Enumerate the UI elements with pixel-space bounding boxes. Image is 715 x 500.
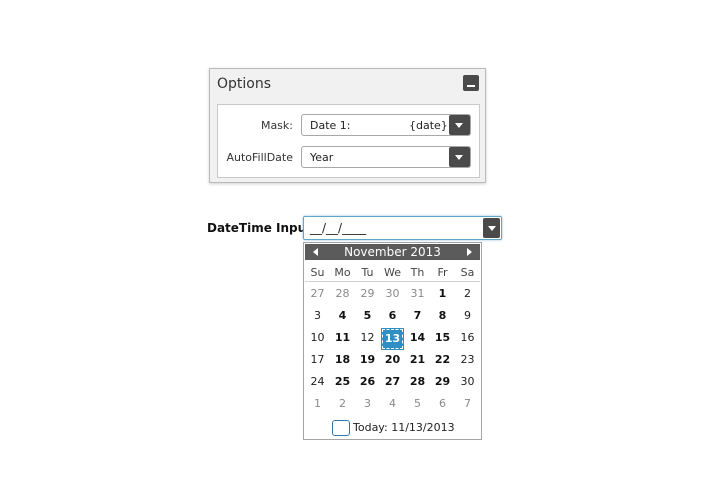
calendar-day[interactable]: 20: [380, 350, 405, 370]
chevron-down-icon[interactable]: [483, 218, 500, 238]
calendar-day[interactable]: 29: [430, 372, 455, 392]
calendar-day[interactable]: 27: [305, 284, 330, 304]
weekday-label: Tu: [361, 266, 374, 279]
calendar-day[interactable]: 11: [330, 328, 355, 348]
autofill-value: Year: [310, 151, 334, 164]
next-month-icon[interactable]: [467, 248, 472, 256]
calendar-day[interactable]: 22: [430, 350, 455, 370]
calendar-day[interactable]: 27: [380, 372, 405, 392]
chevron-down-icon[interactable]: [449, 147, 470, 167]
weekday-label: Fr: [437, 266, 448, 279]
options-panel: Options Mask: Date 1: {date} AutoFillDat…: [209, 68, 486, 183]
calendar-popup: November 2013 Su Mo Tu We Th Fr Sa 27 28 29 30 31 1…: [303, 242, 482, 440]
options-header: Options: [210, 69, 485, 99]
calendar-day[interactable]: 3: [355, 394, 380, 414]
mask-format: {date}: [409, 119, 448, 132]
calendar-day[interactable]: 12: [355, 328, 380, 348]
calendar-day[interactable]: 10: [305, 328, 330, 348]
calendar-day[interactable]: 1: [430, 284, 455, 304]
calendar-day[interactable]: 14: [405, 328, 430, 348]
calendar-day[interactable]: 6: [380, 306, 405, 326]
calendar-day[interactable]: 4: [380, 394, 405, 414]
calendar-day[interactable]: 28: [330, 284, 355, 304]
calendar-day[interactable]: 6: [430, 394, 455, 414]
autofill-label: AutoFillDate: [226, 151, 293, 164]
calendar-day[interactable]: 8: [430, 306, 455, 326]
calendar-day[interactable]: 7: [405, 306, 430, 326]
calendar-day[interactable]: 18: [330, 350, 355, 370]
datetime-label: DateTime Input:: [207, 221, 317, 235]
calendar-day[interactable]: 2: [330, 394, 355, 414]
calendar-day[interactable]: 30: [455, 372, 480, 392]
datetime-value: __/__/____: [310, 221, 367, 235]
calendar-day[interactable]: 5: [355, 306, 380, 326]
calendar-day[interactable]: 24: [305, 372, 330, 392]
autofill-dropdown[interactable]: Year: [301, 146, 471, 168]
datetime-input[interactable]: __/__/____: [303, 216, 502, 240]
today-label: Today: 11/13/2013: [353, 421, 455, 434]
calendar-day[interactable]: 23: [455, 350, 480, 370]
calendar-day[interactable]: 21: [405, 350, 430, 370]
chevron-down-icon[interactable]: [449, 115, 470, 135]
collapse-icon[interactable]: [463, 75, 479, 91]
calendar-day[interactable]: 26: [355, 372, 380, 392]
calendar-day[interactable]: 1: [305, 394, 330, 414]
weekday-label: We: [384, 266, 401, 279]
calendar-day[interactable]: 15: [430, 328, 455, 348]
calendar-day[interactable]: 29: [355, 284, 380, 304]
calendar-month-title: November 2013: [344, 245, 441, 259]
weekday-label: Sa: [460, 266, 475, 279]
weekday-label: Th: [410, 266, 425, 279]
calendar-day[interactable]: 9: [455, 306, 480, 326]
today-button[interactable]: [332, 420, 350, 436]
options-title: Options: [217, 76, 272, 92]
mask-value: Date 1:: [310, 119, 351, 132]
calendar-day[interactable]: 28: [405, 372, 430, 392]
calendar-day[interactable]: 16: [455, 328, 480, 348]
calendar-day[interactable]: 25: [330, 372, 355, 392]
calendar-day[interactable]: 5: [405, 394, 430, 414]
calendar-day[interactable]: 13: [382, 329, 403, 349]
calendar-day[interactable]: 7: [455, 394, 480, 414]
calendar-day[interactable]: 17: [305, 350, 330, 370]
calendar-day[interactable]: 19: [355, 350, 380, 370]
mask-dropdown[interactable]: Date 1: {date}: [301, 114, 471, 136]
calendar-day[interactable]: 4: [330, 306, 355, 326]
mask-label: Mask:: [260, 119, 293, 132]
calendar-day[interactable]: 2: [455, 284, 480, 304]
weekday-label: Su: [310, 266, 325, 279]
calendar-day[interactable]: 31: [405, 284, 430, 304]
options-body: Mask: Date 1: {date} AutoFillDate Year: [217, 104, 480, 178]
weekday-header: Su Mo Tu We Th Fr Sa: [305, 263, 480, 282]
weekday-label: Mo: [334, 266, 351, 279]
calendar-header: November 2013: [305, 244, 480, 260]
calendar-day[interactable]: 30: [380, 284, 405, 304]
calendar-day[interactable]: 3: [305, 306, 330, 326]
